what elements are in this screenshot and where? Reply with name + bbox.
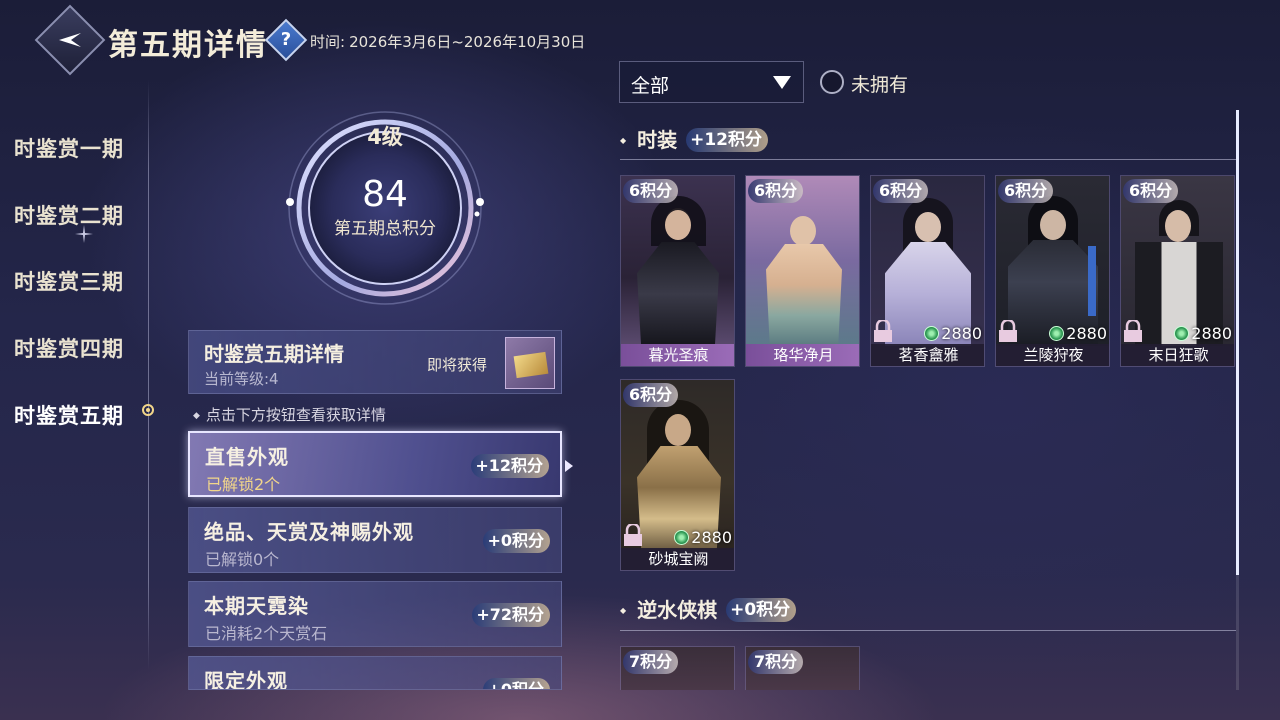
outfit-card[interactable]: 6积分 2880 末日狂歌 xyxy=(1120,175,1235,367)
detail-title: 时鉴赏五期详情 xyxy=(204,342,344,366)
category-premium[interactable]: 绝品、天赏及神赐外观 已解锁0个 +0积分 xyxy=(188,507,562,573)
category-title: 限定外观 xyxy=(204,669,288,690)
category-points: +0积分 xyxy=(483,678,550,689)
period-time-range: 2026年3月6日~2026年10月30日 xyxy=(349,33,586,51)
outfit-name: 珞华净月 xyxy=(746,344,859,366)
outfit-name: 暮光圣痕 xyxy=(621,344,734,366)
category-subtitle: 已解锁2个 xyxy=(206,475,281,494)
total-points: 84 xyxy=(362,174,408,215)
section-points: +12积分 xyxy=(686,128,768,152)
current-level: 4级 xyxy=(367,125,403,149)
chess-item-card[interactable]: 7积分 xyxy=(745,646,860,690)
currency-coin-icon xyxy=(924,326,940,341)
category-points: +72积分 xyxy=(472,603,550,627)
category-direct-sale[interactable]: 直售外观 已解锁2个 +12积分 xyxy=(188,431,562,497)
section-divider xyxy=(620,630,1236,631)
currency-coin-icon xyxy=(1049,326,1065,341)
section-name: 时装 xyxy=(637,128,678,152)
score-ring: 4级 84 第五期总积分 xyxy=(285,108,485,308)
outfit-price: 2880 xyxy=(1049,324,1107,343)
section-title-fashion: 时装 +12积分 xyxy=(620,124,768,153)
category-title: 直售外观 xyxy=(205,445,289,469)
outfit-card[interactable]: 6积分 2880 砂城宝阙 xyxy=(620,379,735,571)
sidebar-item-period-3[interactable]: 时鉴赏三期 xyxy=(14,266,124,296)
total-points-caption: 第五期总积分 xyxy=(334,219,436,239)
outfit-name: 砂城宝阙 xyxy=(621,548,734,570)
chevron-down-icon xyxy=(773,76,791,89)
category-title: 本期天霓染 xyxy=(204,594,309,618)
unowned-label[interactable]: 未拥有 xyxy=(851,70,908,97)
points-badge: 6积分 xyxy=(623,383,679,407)
upcoming-reward-item[interactable] xyxy=(505,337,555,389)
section-points: +0积分 xyxy=(726,598,797,622)
period-detail-card[interactable]: 时鉴赏五期详情 当前等级:4 即将获得 xyxy=(188,330,562,394)
hint-text: 点击下方按钮查看获取详情 xyxy=(193,404,386,425)
sidebar-divider xyxy=(148,80,149,670)
currency-coin-icon xyxy=(1174,326,1190,341)
sidebar-item-period-5[interactable]: 时鉴赏五期 xyxy=(14,400,124,430)
points-badge: 6积分 xyxy=(623,179,679,203)
back-arrow-icon xyxy=(59,33,81,47)
section-name: 逆水侠棋 xyxy=(637,598,718,622)
outfit-card[interactable]: 6积分 2880 兰陵狩夜 xyxy=(995,175,1110,367)
points-badge: 6积分 xyxy=(998,179,1054,203)
page-title: 第五期详情 xyxy=(108,28,268,63)
outfit-card[interactable]: 6积分 2880 茗香盦雅 xyxy=(870,175,985,367)
category-dye[interactable]: 本期天霓染 已消耗2个天赏石 +72积分 xyxy=(188,581,562,647)
outfit-price: 2880 xyxy=(1174,324,1232,343)
section-title-chess: 逆水侠棋 +0积分 xyxy=(620,594,797,623)
upcoming-reward-label: 即将获得 xyxy=(427,356,488,374)
lock-icon xyxy=(1124,320,1142,342)
detail-current-level: 当前等级:4 xyxy=(204,370,279,388)
category-title: 绝品、天赏及神赐外观 xyxy=(204,520,414,544)
category-subtitle: 已消耗2个天赏石 xyxy=(205,624,328,643)
sidebar-item-period-2[interactable]: 时鉴赏二期 xyxy=(14,200,124,230)
sidebar-item-period-4[interactable]: 时鉴赏四期 xyxy=(14,333,124,363)
period-time-label: 时间: xyxy=(310,33,346,51)
points-badge: 6积分 xyxy=(748,179,804,203)
points-badge: 7积分 xyxy=(748,650,804,674)
selected-arrow-icon xyxy=(565,460,573,472)
scrollbar-thumb[interactable] xyxy=(1236,110,1239,575)
points-badge: 6积分 xyxy=(873,179,929,203)
period-time: 时间: 2026年3月6日~2026年10月30日 xyxy=(310,31,585,52)
lock-icon xyxy=(874,320,892,342)
category-limited[interactable]: 限定外观 +0积分 xyxy=(188,656,562,690)
points-badge: 6积分 xyxy=(1123,179,1179,203)
outfit-card[interactable]: 6积分 珞华净月 xyxy=(745,175,860,367)
category-points: +12积分 xyxy=(471,454,549,478)
currency-coin-icon xyxy=(674,530,690,545)
sparkle-icon xyxy=(75,225,93,243)
section-divider xyxy=(620,159,1236,160)
filter-dropdown[interactable]: 全部 xyxy=(619,61,804,103)
back-button[interactable] xyxy=(34,4,106,76)
outfit-name: 末日狂歌 xyxy=(1121,344,1234,366)
help-icon[interactable]: ? xyxy=(264,18,308,62)
category-points: +0积分 xyxy=(483,529,550,553)
sidebar-item-period-1[interactable]: 时鉴赏一期 xyxy=(14,133,124,163)
lock-icon xyxy=(624,524,642,546)
points-badge: 7积分 xyxy=(623,650,679,674)
unowned-radio[interactable] xyxy=(820,70,844,94)
chess-item-card[interactable]: 7积分 xyxy=(620,646,735,690)
category-subtitle: 已解锁0个 xyxy=(205,550,280,569)
outfit-name: 茗香盦雅 xyxy=(871,344,984,366)
lock-icon xyxy=(999,320,1017,342)
outfit-price: 2880 xyxy=(674,528,732,547)
outfit-price: 2880 xyxy=(924,324,982,343)
outfit-card[interactable]: 6积分 暮光圣痕 xyxy=(620,175,735,367)
filter-selected-value: 全部 xyxy=(631,75,670,97)
outfit-name: 兰陵狩夜 xyxy=(996,344,1109,366)
active-marker-icon xyxy=(142,404,154,416)
